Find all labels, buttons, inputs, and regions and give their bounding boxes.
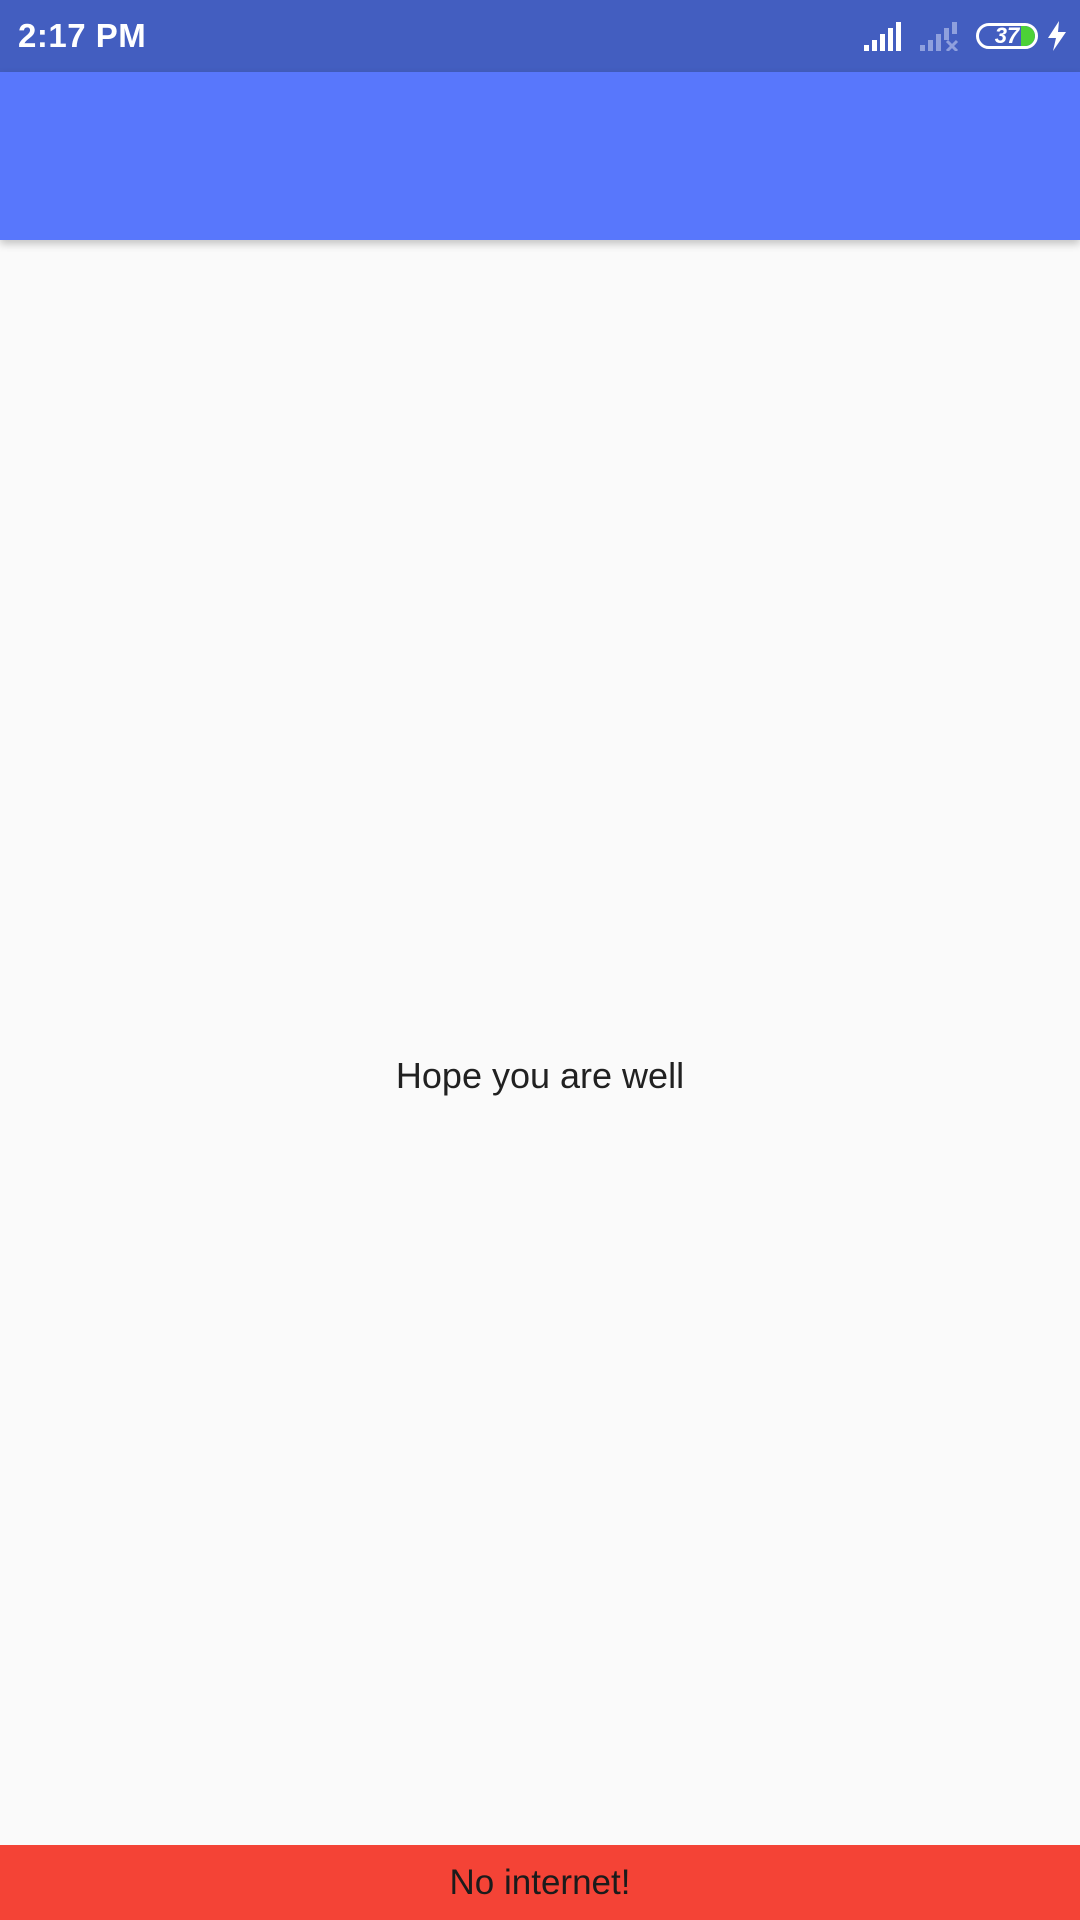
battery-level: 37 xyxy=(994,23,1020,48)
signal-full-icon xyxy=(864,22,901,51)
app-bar xyxy=(0,72,1080,240)
no-internet-snackbar: No internet! xyxy=(0,1845,1080,1920)
snackbar-message: No internet! xyxy=(449,1862,631,1902)
battery-icon: 37 xyxy=(976,23,1038,49)
signal-no-service-icon xyxy=(920,22,959,51)
status-time: 2:17 PM xyxy=(18,17,147,54)
charging-bolt-icon xyxy=(1048,21,1066,51)
app-screen: 2:17 PM 37 Hope you are well No internet… xyxy=(0,0,1080,1920)
greeting-message: Hope you are well xyxy=(395,1055,685,1096)
status-bar: 2:17 PM 37 xyxy=(0,0,1080,72)
status-icons: 37 xyxy=(864,0,1070,72)
